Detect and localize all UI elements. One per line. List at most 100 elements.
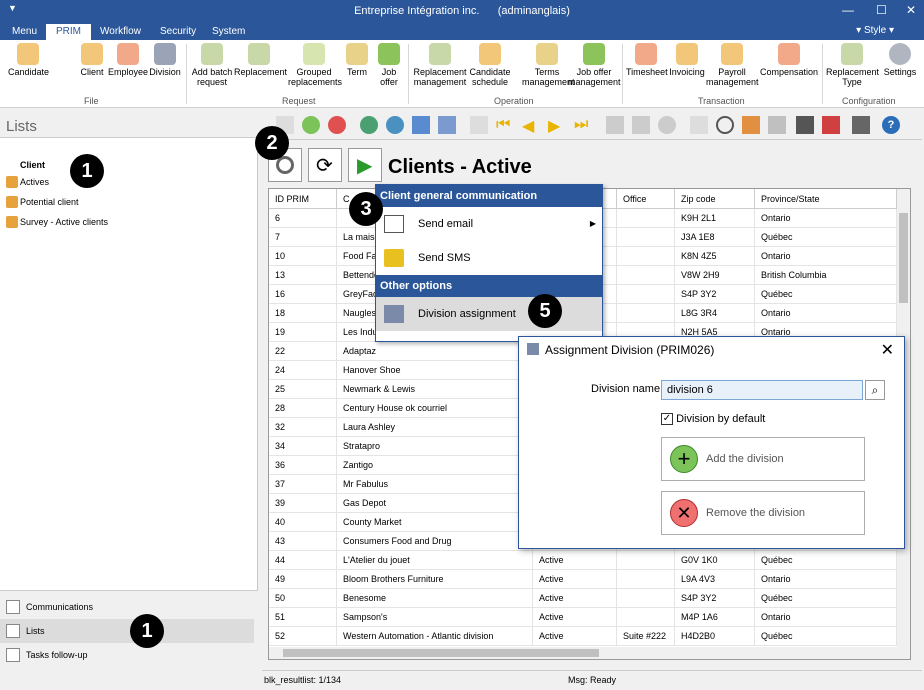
nav-communications[interactable]: Communications — [0, 595, 254, 619]
email-icon[interactable] — [632, 116, 650, 134]
tab-workflow[interactable]: Workflow — [90, 24, 151, 40]
candidate-button[interactable]: Candidate — [8, 43, 49, 77]
send-sms-item[interactable]: Send SMS — [376, 241, 602, 275]
delete-icon[interactable] — [328, 116, 346, 134]
tree-item-actives[interactable]: Actives — [0, 172, 255, 192]
callout-5: 5 — [528, 294, 562, 328]
building-icon — [154, 43, 176, 65]
nav-tasks-follow-up[interactable]: Tasks follow-up — [0, 643, 254, 667]
phone-icon[interactable] — [658, 116, 676, 134]
division-button[interactable]: Division — [148, 43, 182, 77]
nav-label: Communications — [26, 602, 94, 612]
term-button[interactable]: Term — [344, 43, 370, 77]
invoicing-button[interactable]: Invoicing — [668, 43, 706, 77]
message-icon[interactable] — [606, 116, 624, 134]
cell-name: Laura Ashley — [337, 418, 533, 437]
table-row[interactable]: 44 L'Atelier du jouet Active G0V 1K0 Québec — [269, 551, 897, 570]
cell-office — [617, 228, 675, 247]
close-icon[interactable]: ✕ — [881, 340, 894, 360]
refresh-button[interactable]: ⟳ — [308, 148, 342, 182]
chart-icon[interactable] — [768, 116, 786, 134]
next-icon[interactable]: ▶ — [548, 116, 566, 135]
refresh-search-icon[interactable] — [386, 116, 404, 134]
timesheet-button[interactable]: Timesheet — [626, 43, 668, 77]
send-email-item[interactable]: Send email ▶ — [376, 207, 602, 241]
scroll-thumb[interactable] — [899, 213, 908, 303]
scroll-thumb[interactable] — [283, 649, 599, 657]
term-icon — [346, 43, 368, 65]
lock-icon[interactable] — [852, 116, 870, 134]
tree-item-potential-client[interactable]: Potential client — [0, 192, 255, 212]
minimize-icon[interactable]: — — [842, 3, 854, 17]
compensation-button[interactable]: Compensation — [760, 43, 818, 77]
clipboard-icon[interactable] — [690, 116, 708, 134]
col-province[interactable]: Province/State — [755, 189, 897, 209]
help-icon[interactable]: ? — [882, 116, 900, 134]
search-icon[interactable]: ⌕ — [865, 380, 885, 400]
close-icon[interactable]: ✕ — [906, 3, 916, 17]
add-icon[interactable] — [302, 116, 320, 134]
history-icon[interactable] — [716, 116, 734, 134]
terms-management-button[interactable]: Terms management — [522, 43, 575, 87]
division-name-input[interactable] — [661, 380, 863, 400]
tree-item-label: Actives — [20, 177, 50, 187]
first-icon[interactable]: ⏮ — [496, 116, 514, 134]
tab-security[interactable]: Security — [150, 24, 206, 40]
add-batch-request-button[interactable]: Add batch request — [190, 43, 234, 87]
export-icon[interactable] — [742, 116, 760, 134]
replacement-management-button[interactable]: Replacement management — [412, 43, 468, 87]
payroll-icon — [721, 43, 743, 65]
table-row[interactable]: 49 Bloom Brothers Furniture Active L9A 4V3 O… — [269, 570, 897, 589]
tree-header-client[interactable]: Client — [20, 160, 45, 170]
tab-menu[interactable]: Menu — [2, 24, 47, 40]
client-button[interactable]: Client — [78, 43, 106, 77]
job-offer-management-label: Job offer management — [568, 67, 621, 87]
cell-id: 28 — [269, 399, 337, 418]
cell-name: Bloom Brothers Furniture — [337, 570, 533, 589]
payroll-management-button[interactable]: Payroll management — [706, 43, 759, 87]
horizontal-scrollbar[interactable] — [269, 647, 910, 659]
style-menu[interactable]: ▾ Style ▾ — [856, 25, 894, 36]
replacement-button[interactable]: Replacement — [234, 43, 287, 77]
maximize-icon[interactable]: ☐ — [876, 3, 887, 17]
dialog-title: Assignment Division (PRIM026) — [545, 343, 715, 357]
cell-office: Suite #222 — [617, 627, 675, 646]
filter-clear-icon[interactable] — [438, 116, 456, 134]
tab-system[interactable]: System — [202, 24, 255, 40]
settings-button[interactable]: Settings — [880, 43, 920, 77]
cell-office — [617, 209, 675, 228]
last-icon[interactable]: ⏭ — [574, 116, 592, 134]
table-row[interactable]: 52 Western Automation - Atlantic division… — [269, 627, 897, 646]
employee-button[interactable]: Employee — [108, 43, 148, 77]
division-default-checkbox[interactable]: ✓ Division by default — [661, 413, 765, 426]
run-button[interactable]: ▶ — [348, 148, 382, 182]
col-office[interactable]: Office — [617, 189, 675, 209]
cell-id: 49 — [269, 570, 337, 589]
cell-id: 22 — [269, 342, 337, 361]
print-icon[interactable] — [470, 116, 488, 134]
table-row[interactable]: 51 Sampson's Active M4P 1A6 Ontario — [269, 608, 897, 627]
nav-lists[interactable]: Lists — [0, 619, 254, 643]
job-offer-button[interactable]: Job offer — [376, 43, 402, 87]
replacement-type-button[interactable]: Replacement Type — [826, 43, 879, 87]
calculator-icon[interactable] — [796, 116, 814, 134]
cell-id: 52 — [269, 627, 337, 646]
tab-prim[interactable]: PRIM — [46, 24, 91, 40]
window-user: (adminanglais) — [497, 5, 570, 17]
candidate-schedule-button[interactable]: Candidate schedule — [468, 43, 512, 87]
add-division-button[interactable]: + Add the division — [661, 437, 865, 481]
tree-item-survey[interactable]: Survey - Active clients — [0, 212, 255, 232]
remove-division-button[interactable]: ✕ Remove the division — [661, 491, 865, 535]
cell-zip: L9A 4V3 — [675, 570, 755, 589]
col-id-prim[interactable]: ID PRIM — [269, 189, 337, 209]
search-icon[interactable] — [360, 116, 378, 134]
previous-icon[interactable]: ◀ — [522, 116, 540, 135]
job-offer-management-button[interactable]: Job offer management — [568, 43, 621, 87]
col-zip[interactable]: Zip code — [675, 189, 755, 209]
calendar-icon[interactable] — [822, 116, 840, 134]
filter-icon[interactable] — [412, 116, 430, 134]
cell-office — [617, 266, 675, 285]
grouped-replacements-button[interactable]: Grouped replacements — [288, 43, 342, 87]
table-row[interactable]: 50 Benesome Active S4P 3Y2 Québec — [269, 589, 897, 608]
division-assignment-item[interactable]: Division assignment — [376, 297, 602, 331]
